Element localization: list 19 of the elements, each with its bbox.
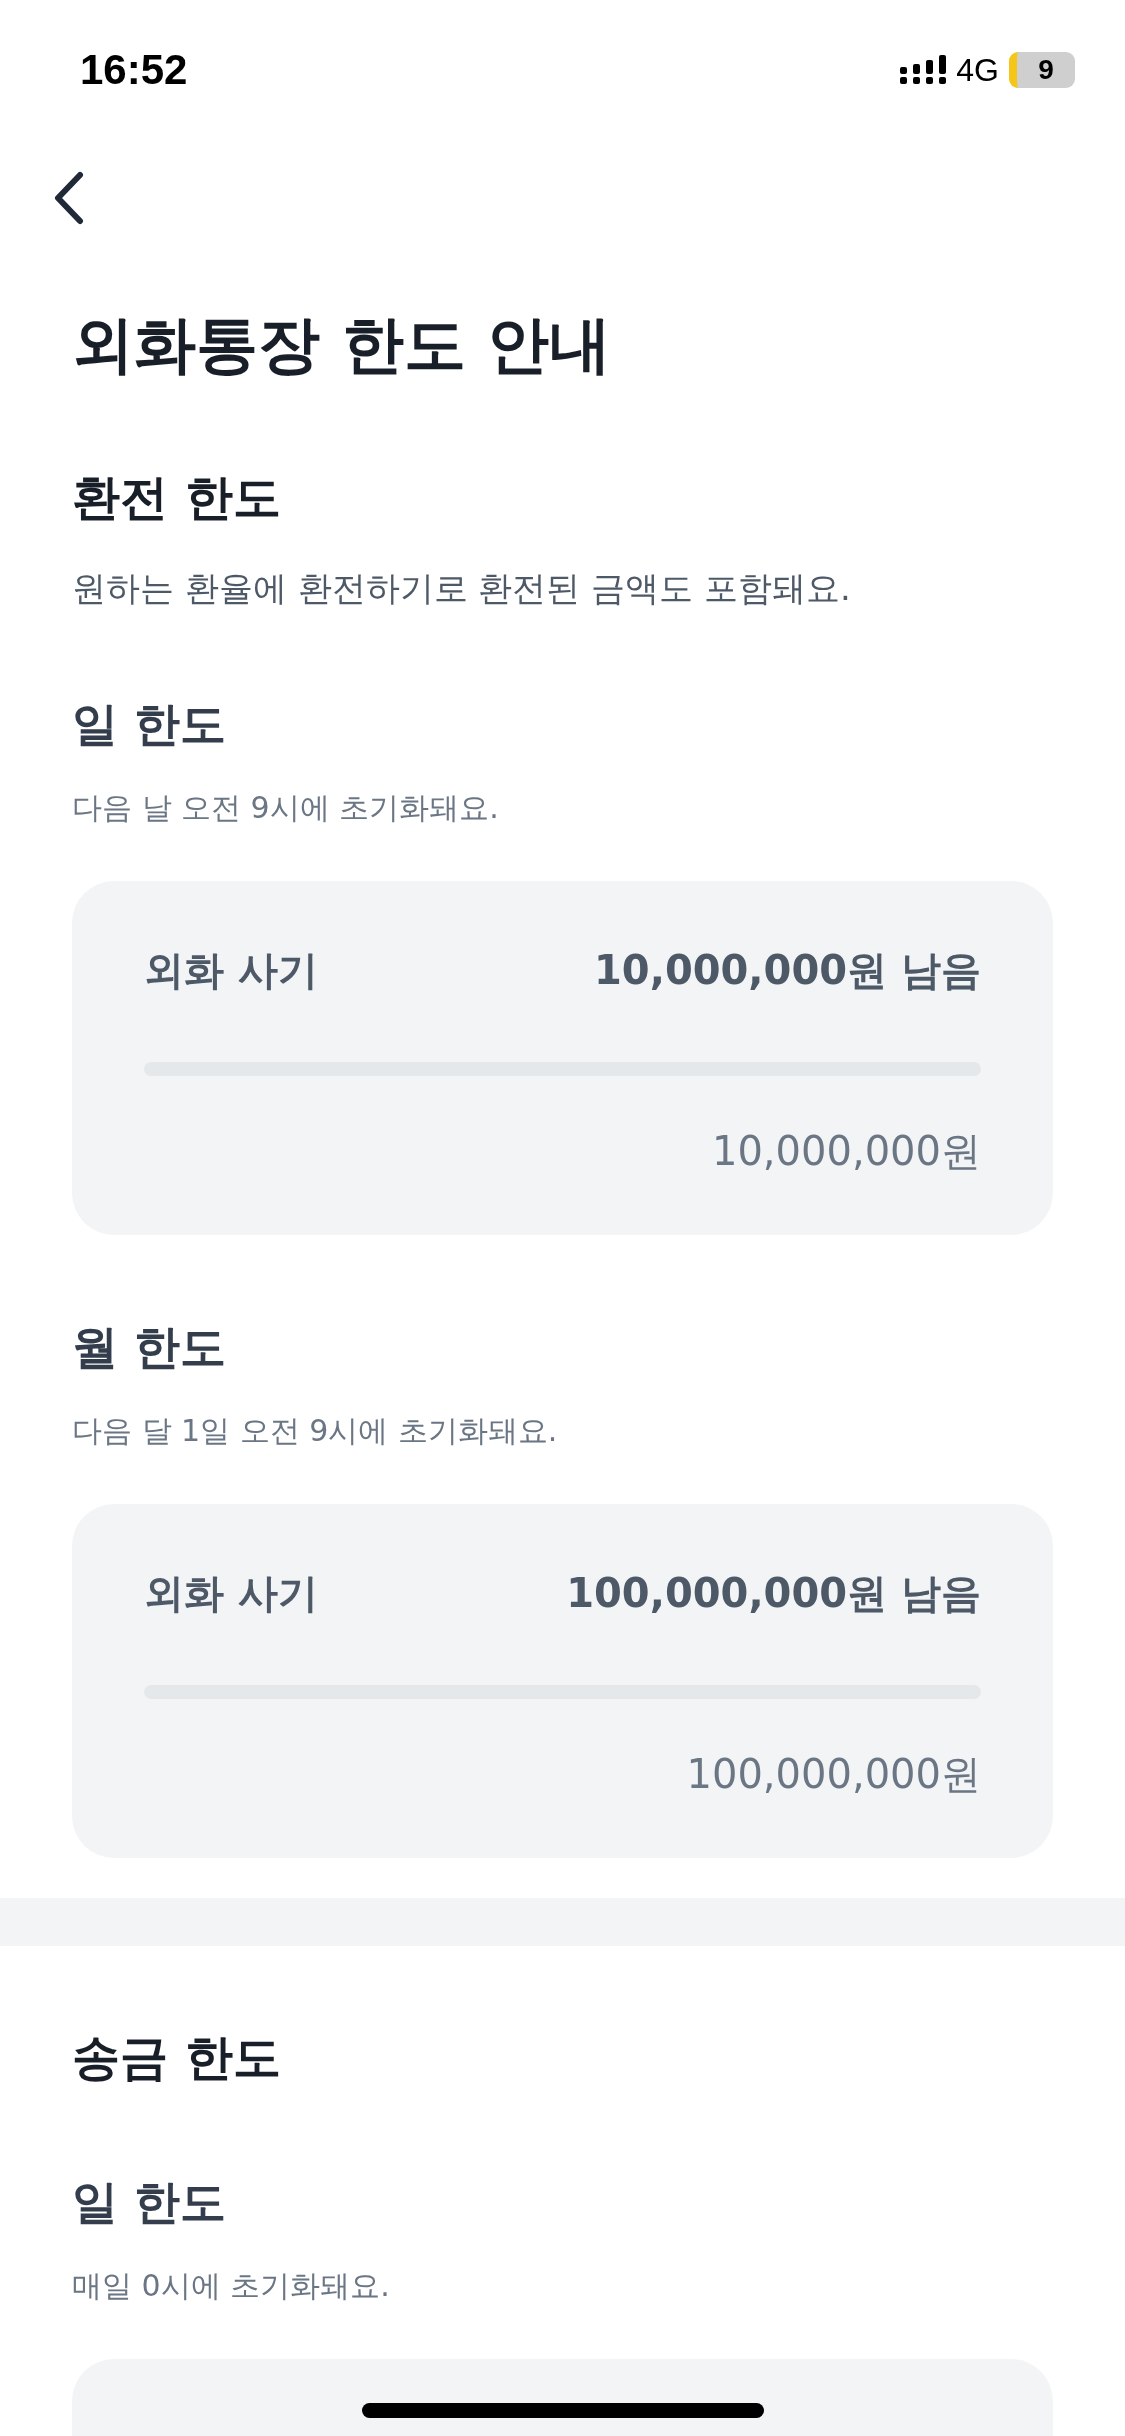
limit-label: 외화 사기 — [144, 1568, 318, 1618]
period-heading: 일 한도 — [72, 2173, 227, 2231]
period-heading: 일 한도 — [72, 695, 227, 753]
battery-indicator: 9 — [1009, 52, 1075, 88]
section-description: 원하는 환율에 환전하기로 환전된 금액도 포함돼요. — [72, 566, 852, 610]
remaining-amount: 100,000,000원 남음 — [566, 1568, 981, 1618]
status-time: 16:52 — [80, 46, 188, 94]
period-description: 다음 달 1일 오전 9시에 초기화돼요. — [72, 1411, 559, 1450]
limit-label: 외화 사기 — [144, 945, 318, 995]
period-description: 매일 0시에 초기화돼요. — [72, 2266, 391, 2305]
period-heading: 월 한도 — [72, 1318, 227, 1376]
section-heading: 환전 한도 — [72, 467, 282, 527]
total-amount: 100,000,000원 — [686, 1749, 981, 1799]
period-description: 다음 날 오전 9시에 초기화돼요. — [72, 788, 500, 827]
total-amount: 10,000,000원 — [711, 1126, 981, 1176]
remaining-amount: 10,000,000원 남음 — [594, 945, 981, 995]
page-title: 외화통장 한도 안내 — [72, 307, 613, 383]
section-heading: 송금 한도 — [72, 2027, 282, 2087]
network-label: 4G — [956, 51, 999, 89]
